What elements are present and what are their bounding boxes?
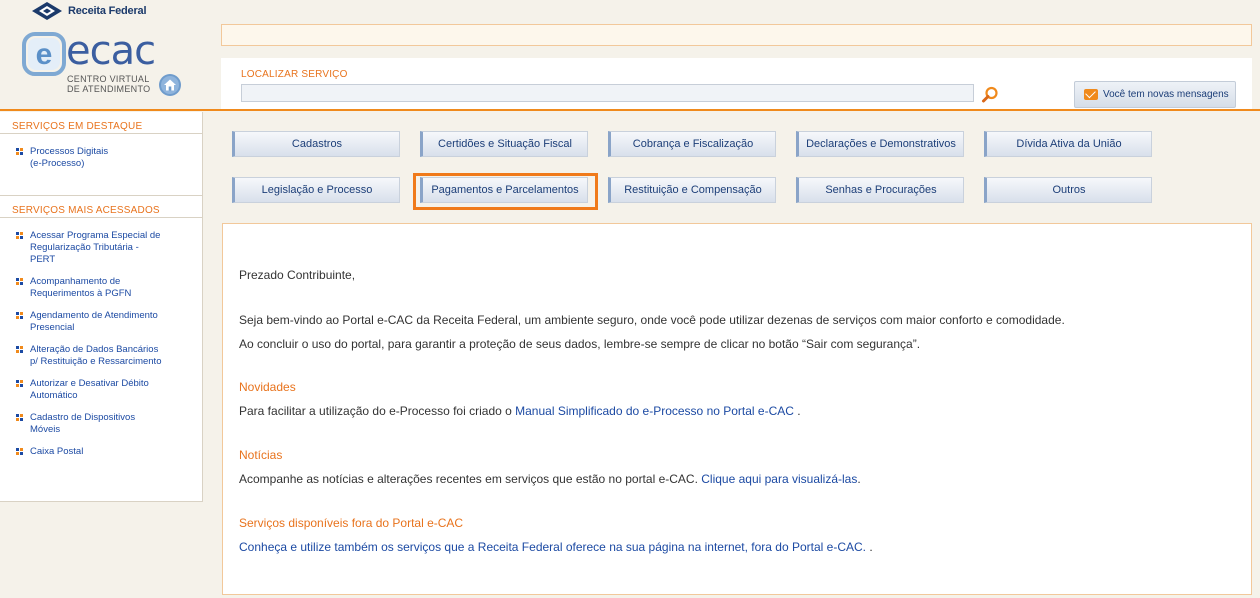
sidebar: SERVIÇOS EM DESTAQUE Processos Digitais(… [0, 112, 203, 502]
ecac-subtitle-line2: DE ATENDIMENTO [67, 84, 151, 94]
sidebar-item-label: Caixa Postal [30, 446, 84, 457]
sidebar-item-pert[interactable]: Acessar Programa Especial de Regularizaçã… [16, 230, 202, 266]
featured-services-title: SERVIÇOS EM DESTAQUE [0, 112, 202, 134]
servicos-fora-link[interactable]: Conheça e utilize também os serviços que… [239, 540, 866, 554]
ecac-e-emblem-icon: e [22, 32, 66, 76]
sidebar-item-debito-automatico[interactable]: Autorizar e Desativar Débito Automático [16, 378, 202, 402]
servicos-fora-paragraph: Conheça e utilize também os serviços que… [239, 540, 873, 554]
category-restituicao-button[interactable]: Restituição e Compensação [608, 177, 776, 203]
sidebar-item-label: Cadastro de Dispositivos Móveis [30, 412, 136, 435]
bullet-icon [16, 448, 24, 456]
sidebar-item-requerimentos-pgfn[interactable]: Acompanhamento de Requerimentos à PGFN [16, 276, 202, 300]
noticias-paragraph: Acompanhe as notícias e alterações recen… [239, 472, 861, 486]
ecac-subtitle-line1: CENTRO VIRTUAL [67, 74, 150, 84]
bullet-icon [16, 312, 24, 320]
novidades-end: . [793, 404, 801, 418]
receita-federal-logo[interactable]: Receita Federal [30, 0, 147, 22]
novidades-paragraph: Para facilitar a utilização do e-Process… [239, 404, 801, 418]
category-divida-ativa-button[interactable]: Dívida Ativa da União [984, 131, 1152, 157]
new-messages-label: Você tem novas mensagens [1103, 89, 1229, 100]
servicos-fora-heading: Serviços disponíveis fora do Portal e-CA… [239, 516, 464, 530]
sidebar-item-dados-bancarios[interactable]: Alteração de Dados Bancários p/ Restituiç… [16, 344, 202, 368]
home-icon[interactable] [158, 73, 182, 97]
popular-services-title: SERVIÇOS MAIS ACESSADOS [0, 196, 202, 218]
category-senhas-button[interactable]: Senhas e Procurações [796, 177, 964, 203]
new-messages-button[interactable]: Você tem novas mensagens [1074, 81, 1236, 108]
selection-highlight [413, 173, 598, 210]
ecac-subtitle: CENTRO VIRTUAL DE ATENDIMENTO [67, 74, 157, 94]
bullet-icon [16, 278, 24, 286]
bullet-icon [16, 232, 24, 240]
noticias-text: Acompanhe as notícias e alterações recen… [239, 472, 702, 486]
noticias-link[interactable]: Clique aqui para visualizá-las [701, 472, 857, 486]
security-note-text: Ao concluir o uso do portal, para garant… [239, 337, 921, 351]
search-input[interactable] [241, 84, 974, 102]
ecac-brand-text: ecac [66, 28, 156, 74]
top-notice-banner [221, 24, 1252, 46]
featured-services-list: Processos Digitais (e-Processo) [0, 134, 202, 170]
search-label: LOCALIZAR SERVIÇO [241, 69, 348, 80]
bullet-icon [16, 346, 24, 354]
header-divider [0, 109, 1260, 111]
bullet-icon [16, 148, 24, 156]
noticias-heading: Notícias [239, 448, 283, 462]
bullet-icon [16, 380, 24, 388]
service-search-panel: LOCALIZAR SERVIÇO Você tem novas mensage… [221, 58, 1252, 110]
popular-services-section: SERVIÇOS MAIS ACESSADOS Acessar Programa… [0, 195, 202, 458]
sidebar-item-label: Acessar Programa Especial de Regularizaçã… [30, 230, 161, 265]
sidebar-item-label: Processos Digitais (e-Processo) [30, 146, 109, 169]
sidebar-item-processos-digitais[interactable]: Processos Digitais (e-Processo) [16, 146, 202, 170]
welcome-panel: Prezado Contribuinte, Seja bem-vindo ao … [222, 223, 1252, 595]
welcome-text: Seja bem-vindo ao Portal e-CAC da Receit… [239, 313, 1065, 327]
sidebar-item-caixa-postal[interactable]: Caixa Postal [16, 446, 202, 458]
popular-services-list: Acessar Programa Especial de Regularizaçã… [0, 218, 202, 458]
manual-e-processo-link[interactable]: Manual Simplificado do e-Processo no Por… [515, 404, 794, 418]
search-icon[interactable] [981, 86, 999, 104]
mail-icon [1084, 89, 1098, 100]
servicos-fora-end: . [866, 540, 873, 554]
sidebar-item-label: Alteração de Dados Bancários p/ Restituiç… [30, 344, 162, 367]
sidebar-item-agendamento[interactable]: Agendamento de Atendimento Presencial [16, 310, 202, 334]
bullet-icon [16, 414, 24, 422]
greeting-text: Prezado Contribuinte, [239, 268, 356, 282]
novidades-heading: Novidades [239, 380, 296, 394]
receita-federal-text: Receita Federal [68, 5, 147, 17]
category-declaracoes-button[interactable]: Declarações e Demonstrativos [796, 131, 964, 157]
category-legislacao-button[interactable]: Legislação e Processo [232, 177, 400, 203]
category-outros-button[interactable]: Outros [984, 177, 1152, 203]
sidebar-item-label: Agendamento de Atendimento Presencial [30, 310, 158, 333]
sidebar-item-label: Acompanhamento de Requerimentos à PGFN [30, 276, 132, 299]
category-cobranca-button[interactable]: Cobrança e Fiscalização [608, 131, 776, 157]
novidades-text: Para facilitar a utilização do e-Process… [239, 404, 516, 418]
svg-text:e: e [36, 38, 53, 71]
sidebar-item-dispositivos-moveis[interactable]: Cadastro de Dispositivos Móveis [16, 412, 202, 436]
category-cadastros-button[interactable]: Cadastros [232, 131, 400, 157]
receita-federal-emblem-icon [32, 2, 62, 20]
noticias-end: . [857, 472, 861, 486]
sidebar-item-label: Autorizar e Desativar Débito Automático [30, 378, 149, 401]
category-certidoes-button[interactable]: Certidões e Situação Fiscal [420, 131, 588, 157]
